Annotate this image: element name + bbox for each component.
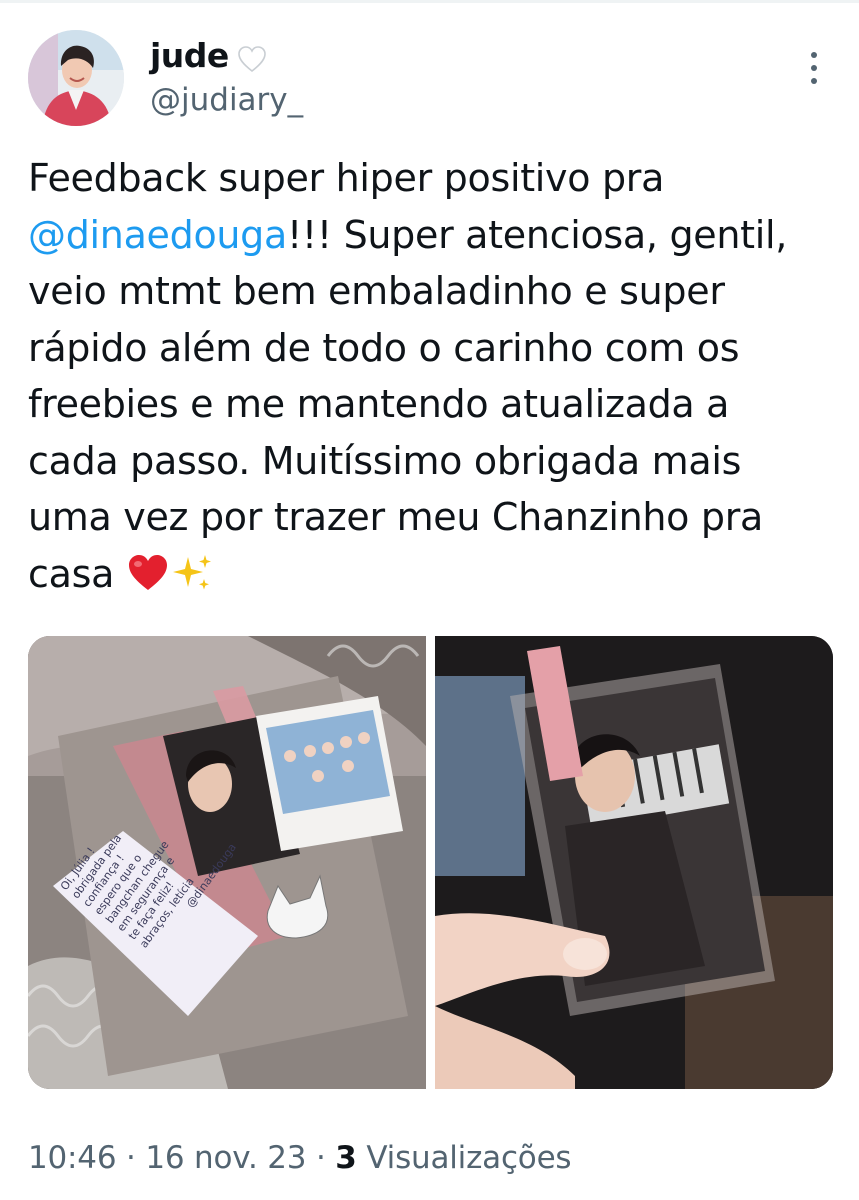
white-heart-icon [237, 42, 267, 72]
user-handle[interactable]: @judiary_ [150, 82, 303, 118]
tweet-line-text: freebies e me mantendo atualizada a [28, 382, 730, 426]
tweet-date[interactable]: 16 nov. 23 [145, 1140, 306, 1176]
tweet-line: veio mtmt bem embaladinho e super [28, 263, 838, 320]
more-options-icon[interactable] [796, 48, 832, 88]
tweet-text: Feedback super hiper positivo pra @dinae… [28, 150, 838, 602]
tweet-line-text: veio mtmt bem embaladinho e super [28, 269, 725, 313]
tweet-line: uma vez por trazer meu Chanzinho pra [28, 489, 838, 546]
tweet-line-text: casa [28, 551, 126, 596]
tweet-meta: 10:46 · 16 nov. 23 · 3 Visualizações [28, 1140, 572, 1176]
tweet-line-text: cada passo. Muitíssimo obrigada mais [28, 438, 742, 483]
mention-link[interactable]: @dinaedouga [28, 213, 287, 257]
tweet-line-text: !!! Super atenciosa, gentil, [287, 212, 788, 257]
tweet-line-text: uma vez por trazer meu Chanzinho pra [28, 495, 764, 539]
tweet-line-text: rápido além de todo o carinho com os [28, 325, 740, 370]
media-photo-1[interactable]: Oi, Júlia ! obrigada pela confiança ! es… [28, 636, 426, 1089]
sparkles-icon [170, 552, 214, 592]
tweet-line: @dinaedouga!!! Super atenciosa, gentil, [28, 207, 838, 264]
display-name[interactable]: jude [150, 36, 267, 75]
tweet-line-text: Feedback super hiper positivo pra [28, 156, 665, 200]
divider [0, 0, 859, 3]
tweet-card: jude @judiary_ Feedback super hiper posi… [0, 0, 859, 1200]
tweet-line: cada passo. Muitíssimo obrigada mais [28, 433, 838, 490]
tweet-line: casa [28, 546, 838, 603]
tweet-time[interactable]: 10:46 [28, 1140, 117, 1176]
meta-separator: · [116, 1140, 146, 1176]
red-heart-icon [126, 552, 170, 592]
avatar[interactable] [28, 30, 124, 126]
tweet-line: freebies e me mantendo atualizada a [28, 376, 838, 433]
media-photo-2[interactable] [435, 636, 833, 1089]
tweet-line: Feedback super hiper positivo pra [28, 150, 838, 207]
tweet-line: rápido além de todo o carinho com os [28, 320, 838, 377]
views-count: 3 [335, 1140, 357, 1176]
views-label: Visualizações [356, 1140, 572, 1176]
display-name-text: jude [150, 36, 229, 75]
meta-separator: · [306, 1140, 336, 1176]
